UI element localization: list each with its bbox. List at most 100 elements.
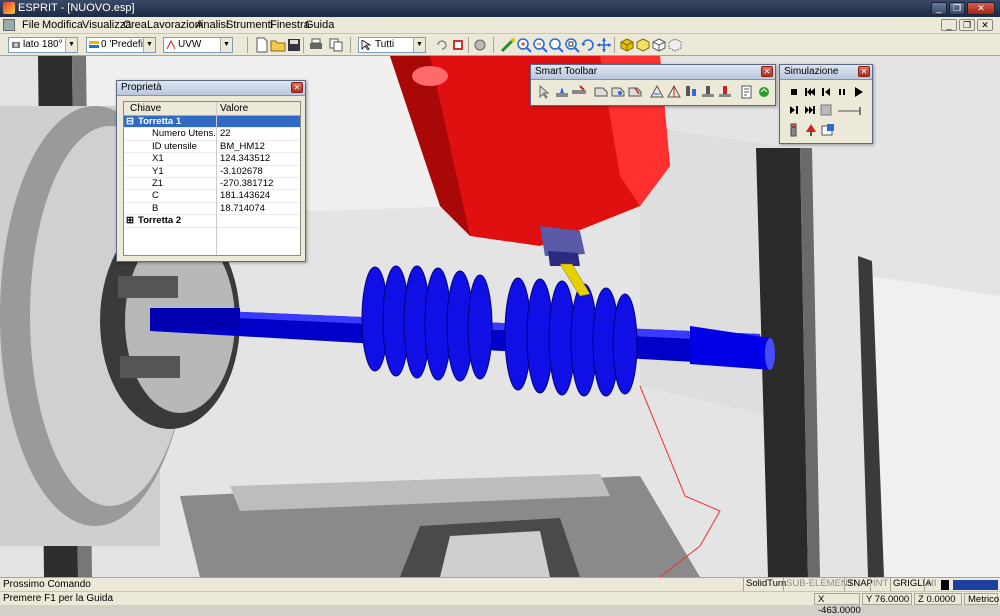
column-header-key[interactable]: Chiave xyxy=(130,103,161,114)
rewind-icon[interactable] xyxy=(802,84,818,100)
chevron-down-icon: ▼ xyxy=(220,38,232,52)
rotate-icon[interactable] xyxy=(580,37,596,53)
step-back-icon[interactable] xyxy=(818,84,834,100)
thread-icon[interactable] xyxy=(649,84,665,100)
print-icon[interactable] xyxy=(308,37,324,53)
properties-table: Chiave Valore ⊟ Torretta 1 Numero Utens.… xyxy=(123,101,301,256)
menu-strumenti[interactable]: Strumenti xyxy=(226,19,273,31)
face-icon[interactable] xyxy=(717,84,733,100)
mill-icon[interactable] xyxy=(683,84,699,100)
hidden-icon[interactable] xyxy=(651,37,667,53)
turning-icon[interactable] xyxy=(571,84,587,100)
filter-combo[interactable]: Tutti ▼ xyxy=(358,37,426,53)
zoom-window-icon[interactable] xyxy=(548,37,564,53)
slot-icon[interactable] xyxy=(700,84,716,100)
menu-modifica[interactable]: Modifica xyxy=(42,19,83,31)
uvw-combo[interactable]: UVW ▼ xyxy=(163,37,233,53)
3d-viewport[interactable]: Proprietà ✕ Chiave Valore ⊟ Torretta 1 N… xyxy=(0,56,1000,577)
end-icon[interactable] xyxy=(818,102,834,118)
clear-icon[interactable] xyxy=(786,122,802,138)
layer-combo[interactable]: 0 'Predefin ▼ xyxy=(86,37,156,53)
pocket-icon[interactable] xyxy=(627,84,643,100)
menu-crea[interactable]: Crea xyxy=(123,19,147,31)
mode-int[interactable]: INT xyxy=(870,578,890,591)
close-icon[interactable]: ✕ xyxy=(858,66,870,77)
table-row[interactable]: Y1 -3.102678 xyxy=(124,166,300,178)
save-icon[interactable] xyxy=(286,37,302,53)
layer-color-bar[interactable] xyxy=(953,580,998,590)
wire-icon[interactable] xyxy=(635,37,651,53)
menu-bar: File Modifica Visualizza Crea Lavorazion… xyxy=(0,17,1000,34)
view-combo[interactable]: lato 180° * ▼ xyxy=(8,37,78,53)
stop-icon[interactable] xyxy=(786,84,802,100)
collapse-icon[interactable]: ⊟ xyxy=(126,116,134,127)
play-icon[interactable] xyxy=(850,84,866,100)
zoom-fit-icon[interactable] xyxy=(564,37,580,53)
tool-icon[interactable] xyxy=(554,84,570,100)
units-indicator[interactable]: Metrico xyxy=(964,593,999,605)
contour-icon[interactable] xyxy=(593,84,609,100)
stock-icon[interactable] xyxy=(820,122,836,138)
row-value: 181.143624 xyxy=(220,190,271,202)
table-row[interactable]: X1 124.343512 xyxy=(124,153,300,166)
doc-restore-button[interactable]: ❐ xyxy=(959,19,975,31)
speed-slider-icon[interactable] xyxy=(836,102,866,118)
transparent-icon[interactable] xyxy=(667,37,683,53)
report-icon[interactable] xyxy=(739,84,755,100)
column-header-value[interactable]: Valore xyxy=(220,103,248,114)
zoom-in-icon[interactable] xyxy=(516,37,532,53)
target-icon[interactable] xyxy=(472,37,488,53)
uvw-icon xyxy=(166,39,176,50)
mode-hi[interactable]: HI xyxy=(924,578,939,591)
table-row[interactable]: B 18.714074 xyxy=(124,202,300,216)
properties-panel-header[interactable]: Proprietà ✕ xyxy=(117,81,305,96)
toolbar-separator xyxy=(468,37,469,53)
pause-icon[interactable] xyxy=(834,84,850,100)
group-row-torretta-2[interactable]: ⊞ Torretta 2 xyxy=(124,215,300,228)
esprit-app-icon[interactable] xyxy=(3,2,15,14)
table-row[interactable]: Z1 -270.381712 xyxy=(124,178,300,191)
drill-icon[interactable] xyxy=(610,84,626,100)
group-row-torretta-1[interactable]: ⊟ Torretta 1 xyxy=(124,116,300,129)
layer-combo-value: 0 'Predefin xyxy=(101,39,149,50)
menu-finestra[interactable]: Finestra xyxy=(270,19,310,31)
table-row[interactable]: C 181.143624 xyxy=(124,190,300,203)
simulation-panel-header[interactable]: Simulazione ✕ xyxy=(780,65,872,80)
new-file-icon[interactable] xyxy=(254,37,270,53)
close-icon[interactable]: ✕ xyxy=(291,82,303,93)
zoom-out-icon[interactable] xyxy=(532,37,548,53)
open-folder-icon[interactable] xyxy=(270,37,286,53)
table-row[interactable]: Numero Utens... 22 xyxy=(124,128,300,141)
close-button[interactable]: ✕ xyxy=(967,2,995,15)
step-forward-icon[interactable] xyxy=(786,102,802,118)
menu-guida[interactable]: Guida xyxy=(305,19,334,31)
menu-analisi[interactable]: Analisi xyxy=(196,19,228,31)
expand-icon[interactable]: ⊞ xyxy=(126,215,134,226)
view-combo-value: lato 180° * xyxy=(23,39,70,50)
minimize-button[interactable]: _ xyxy=(931,2,947,15)
restore-button[interactable]: ❐ xyxy=(949,2,965,15)
smart-toolbar-header[interactable]: Smart Toolbar ✕ xyxy=(531,65,775,80)
recycle-icon[interactable] xyxy=(756,84,772,100)
move-icon[interactable] xyxy=(596,37,612,53)
copy-icon[interactable] xyxy=(328,37,344,53)
shaded-icon[interactable] xyxy=(619,37,635,53)
row-key: B xyxy=(152,202,159,214)
mode-solidturn[interactable]: SolidTurn xyxy=(743,578,788,591)
undo-icon[interactable] xyxy=(434,37,450,53)
delete-icon[interactable] xyxy=(450,37,466,53)
menu-lavorazioni[interactable]: Lavorazioni xyxy=(147,19,203,31)
menu-file[interactable]: File xyxy=(22,19,40,31)
tool-path-icon[interactable] xyxy=(803,122,819,138)
doc-close-button[interactable]: ✕ xyxy=(977,19,993,31)
profile-icon[interactable] xyxy=(666,84,682,100)
color-swatch[interactable] xyxy=(941,580,949,590)
close-icon[interactable]: ✕ xyxy=(761,66,773,77)
pan-icon[interactable] xyxy=(500,37,516,53)
fast-forward-icon[interactable] xyxy=(802,102,818,118)
document-icon[interactable] xyxy=(3,19,15,31)
table-row[interactable]: ID utensile BM_HM12 xyxy=(124,141,300,154)
cursor-icon[interactable] xyxy=(537,84,553,100)
doc-minimize-button[interactable]: _ xyxy=(941,19,957,31)
toolbar-separator xyxy=(247,37,248,53)
